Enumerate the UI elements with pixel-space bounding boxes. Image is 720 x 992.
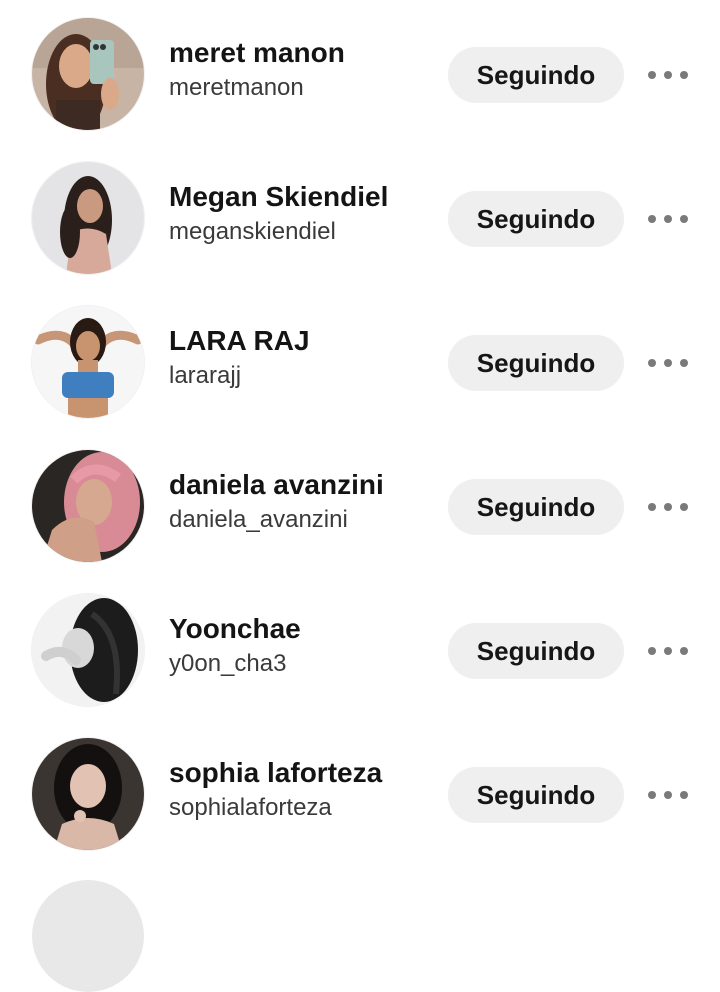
avatar[interactable] — [32, 880, 144, 992]
avatar[interactable] — [32, 738, 144, 850]
following-button[interactable]: Seguindo — [448, 335, 624, 391]
display-name[interactable]: LARA RAJ — [169, 324, 429, 358]
list-item[interactable]: Yoonchae y0on_cha3 Seguindo — [0, 576, 720, 720]
display-name[interactable]: Megan Skiendiel — [169, 180, 429, 214]
avatar[interactable] — [32, 450, 144, 562]
list-item[interactable]: sophia laforteza sophialaforteza Seguind… — [0, 720, 720, 864]
following-button[interactable]: Seguindo — [448, 47, 624, 103]
more-options-icon[interactable] — [644, 487, 692, 527]
more-options-icon[interactable] — [644, 631, 692, 671]
display-name[interactable]: meret manon — [169, 36, 429, 70]
username[interactable]: meretmanon — [169, 73, 429, 103]
list-item[interactable]: LARA RAJ lararajj Seguindo — [0, 288, 720, 432]
more-options-icon[interactable] — [644, 55, 692, 95]
avatar[interactable] — [32, 306, 144, 418]
following-button[interactable]: Seguindo — [448, 191, 624, 247]
display-name[interactable]: Yoonchae — [169, 612, 429, 646]
list-item[interactable]: Megan Skiendiel meganskiendiel Seguindo — [0, 144, 720, 288]
list-item[interactable]: daniela avanzini daniela_avanzini Seguin… — [0, 432, 720, 576]
more-options-icon[interactable] — [644, 199, 692, 239]
avatar[interactable] — [32, 162, 144, 274]
more-options-icon[interactable] — [644, 775, 692, 815]
display-name[interactable]: daniela avanzini — [169, 468, 429, 502]
following-button[interactable]: Seguindo — [448, 623, 624, 679]
username[interactable]: meganskiendiel — [169, 217, 429, 247]
username[interactable]: sophialaforteza — [169, 793, 429, 823]
following-list: meret manon meretmanon Seguindo Megan Sk… — [0, 0, 720, 992]
username[interactable]: daniela_avanzini — [169, 505, 429, 535]
avatar[interactable] — [32, 594, 144, 706]
username[interactable]: lararajj — [169, 361, 429, 391]
more-options-icon[interactable] — [644, 343, 692, 383]
following-button[interactable]: Seguindo — [448, 767, 624, 823]
avatar[interactable] — [32, 18, 144, 130]
username[interactable]: y0on_cha3 — [169, 649, 429, 679]
following-button[interactable]: Seguindo — [448, 479, 624, 535]
list-item[interactable]: meret manon meretmanon Seguindo — [0, 0, 720, 144]
display-name[interactable]: sophia laforteza — [169, 756, 429, 790]
